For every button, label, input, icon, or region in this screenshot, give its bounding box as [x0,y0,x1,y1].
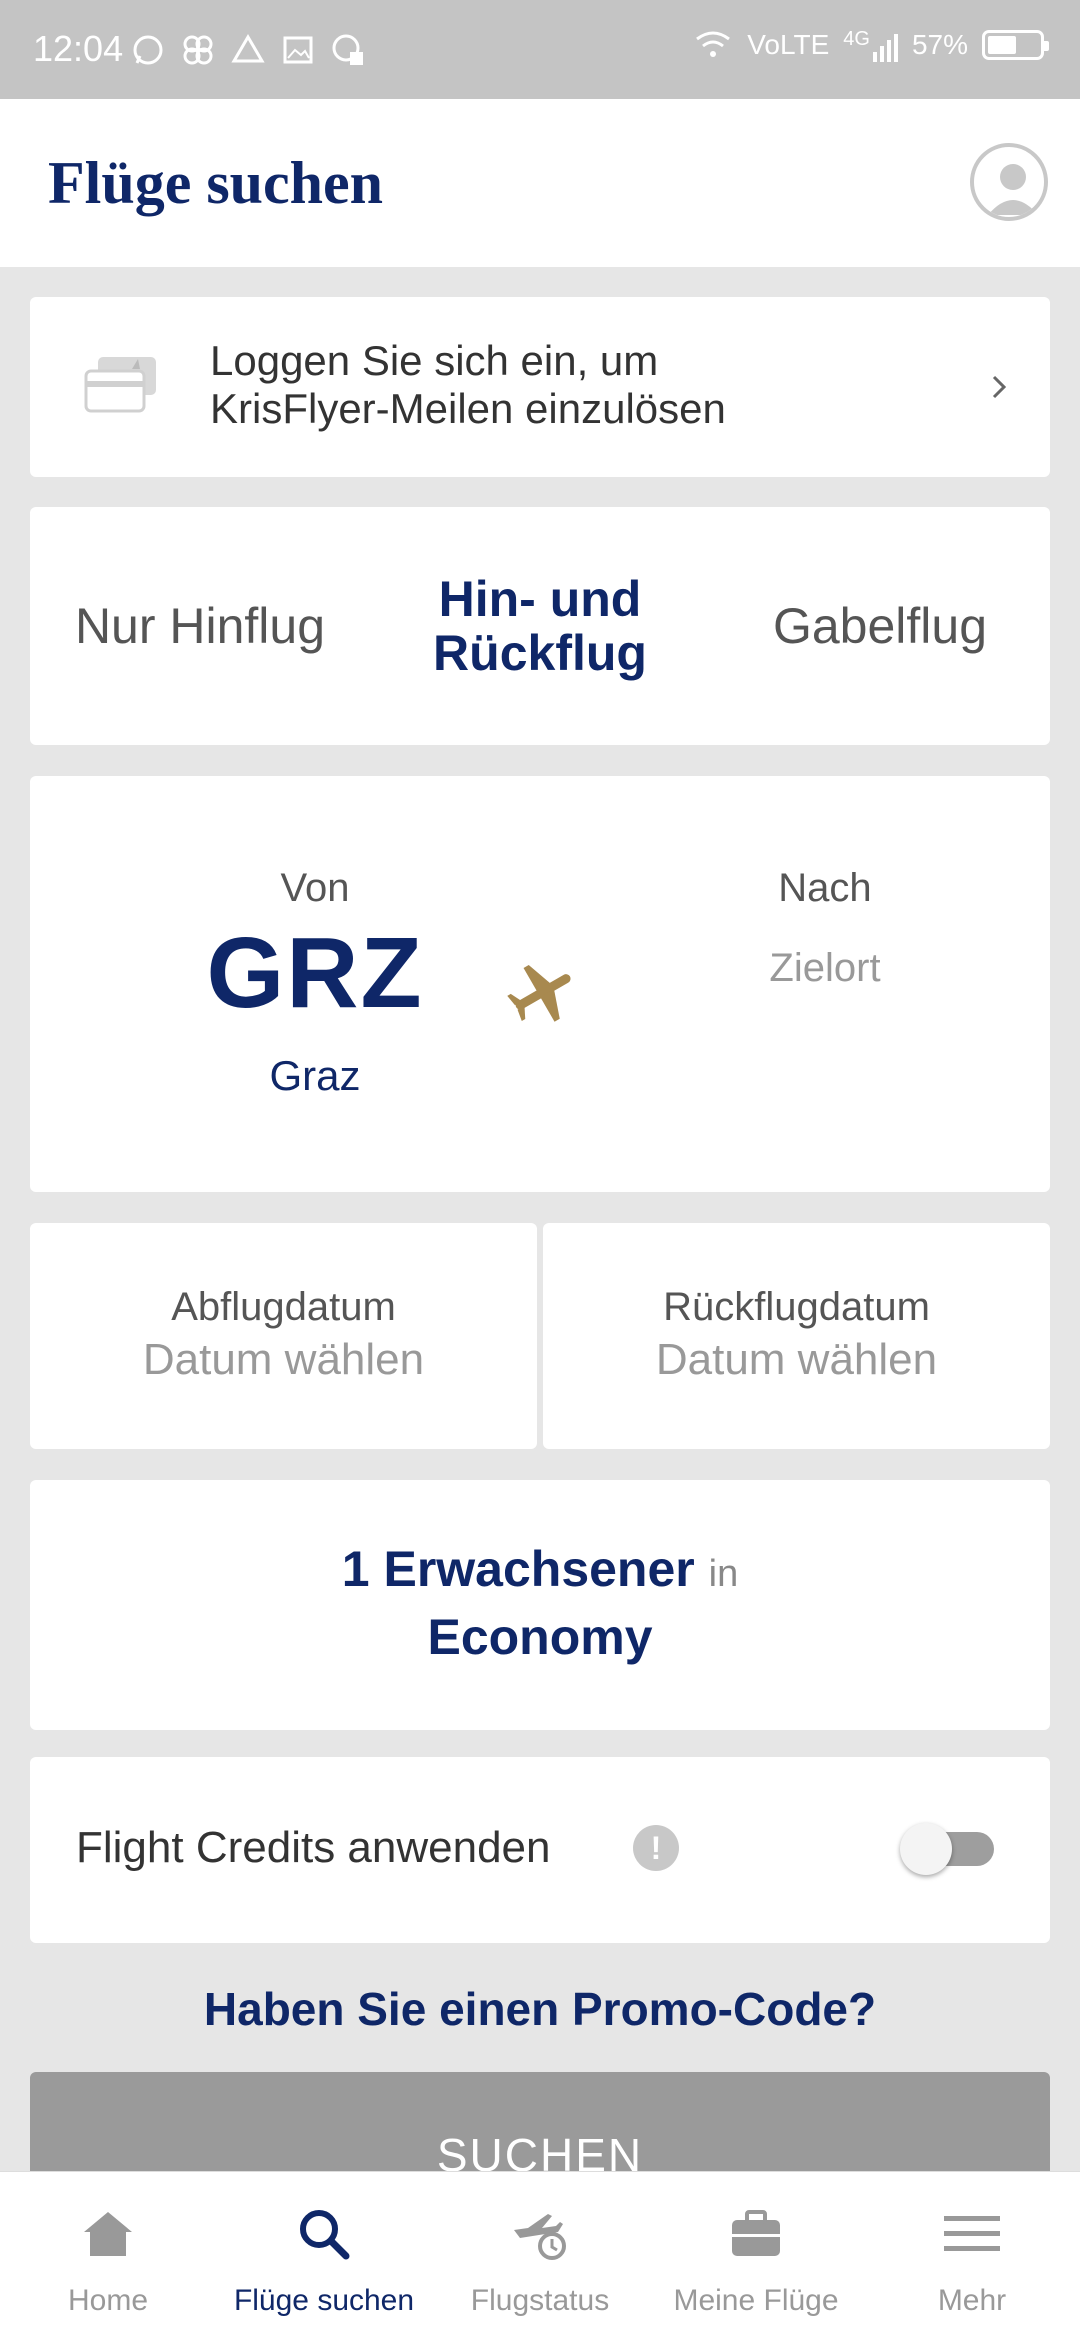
passenger-in-text: in [708,1553,739,1595]
destination-label: Nach [778,866,872,910]
home-icon [84,2212,132,2256]
gallery-icon [283,36,313,64]
destination-field[interactable]: Nach Zielort [655,776,995,1192]
origin-label: Von [280,866,350,910]
nav-search-flights[interactable]: Flüge suchen [216,2172,432,2340]
clock-icon [332,34,363,65]
credit-card-icon [84,357,156,413]
origin-city: Graz [269,1052,361,1099]
tab-multi-city[interactable]: Gabelflug [710,507,1050,745]
origin-code: GRZ [206,917,424,1029]
krisflyer-login-banner[interactable]: Loggen Sie sich ein, um KrisFlyer-Meilen… [30,297,1050,477]
briefcase-icon [732,2210,780,2256]
page-title: Flüge suchen [48,150,384,216]
nav-more[interactable]: Mehr [864,2172,1080,2340]
passenger-cabin-selector[interactable]: 1 Erwachsener in Economy [30,1480,1050,1730]
search-button[interactable]: SUCHEN [30,2072,1050,2182]
date-selector: Abflugdatum Datum wählen Rückflugdatum D… [30,1223,1050,1449]
pinwheel-icon [183,35,213,65]
flight-credits-toggle[interactable] [900,1823,996,1875]
passenger-count: 1 Erwachsener [341,1541,695,1597]
nav-flight-status[interactable]: Flugstatus [432,2172,648,2340]
battery-icon [982,30,1049,60]
flight-credits-label: Flight Credits anwenden [76,1823,551,1872]
tab-round-trip[interactable]: Hin- und Rückflug [370,507,710,745]
status-time: 12:04 [33,28,124,69]
destination-placeholder: Zielort [769,946,881,990]
network-type: VoLTE [747,29,830,60]
search-icon [300,2210,350,2260]
nav-my-flights-label: Meine Flüge [673,2284,839,2317]
nav-more-label: Mehr [937,2284,1007,2317]
menu-icon [944,2216,1000,2251]
app-header: Flüge suchen [0,99,1080,267]
departure-date-label: Abflugdatum [171,1285,396,1329]
promo-code-link[interactable]: Haben Sie einen Promo-Code? [0,1982,1080,2036]
return-date-label: Rückflugdatum [663,1285,930,1329]
login-banner-line1: Loggen Sie sich ein, um [210,337,659,384]
bottom-navigation: Home Flüge suchen Flugstatus Meine Flüge… [0,2171,1080,2340]
status-bar: 12:04 VoLTE 4G 57% [0,0,1080,99]
wifi-icon [696,31,731,57]
battery-percent: 57% [911,29,968,60]
user-avatar-icon[interactable] [970,143,1048,221]
nav-my-flights[interactable]: Meine Flüge [648,2172,864,2340]
tab-one-way[interactable]: Nur Hinflug [30,507,370,745]
flight-credits-row: Flight Credits anwenden ! [30,1757,1050,1943]
signal-indicator: 4G [843,28,898,62]
cabin-class: Economy [427,1609,653,1665]
departure-date-field[interactable]: Abflugdatum Datum wählen [30,1223,537,1449]
nav-flight-status-label: Flugstatus [470,2284,610,2317]
tab-round-trip-line1: Hin- und [438,571,642,627]
notification-icons [130,32,366,68]
route-selector: Von GRZ Graz Nach Zielort [30,776,1050,1192]
origin-field[interactable]: Von GRZ Graz [145,776,485,1192]
drive-icon [231,34,265,63]
flight-status-icon [514,2214,566,2260]
whatsapp-icon [133,35,163,65]
nav-home[interactable]: Home [0,2172,216,2340]
departure-date-value: Datum wählen [142,1335,425,1384]
nav-search-flights-label: Flüge suchen [233,2284,415,2317]
airplane-icon [507,965,571,1022]
login-banner-line2: KrisFlyer-Meilen einzulösen [210,385,726,432]
signal-type: 4G [843,28,870,50]
tab-round-trip-line2: Rückflug [433,625,647,681]
trip-type-selector: Nur Hinflug Hin- und Rückflug Gabelflug [30,507,1050,745]
nav-home-label: Home [67,2284,149,2317]
return-date-field[interactable]: Rückflugdatum Datum wählen [543,1223,1050,1449]
info-icon[interactable]: ! [633,1825,679,1871]
chevron-right-icon [992,375,1007,399]
status-right: VoLTE 4G 57% [693,28,1049,62]
return-date-value: Datum wählen [655,1335,938,1384]
